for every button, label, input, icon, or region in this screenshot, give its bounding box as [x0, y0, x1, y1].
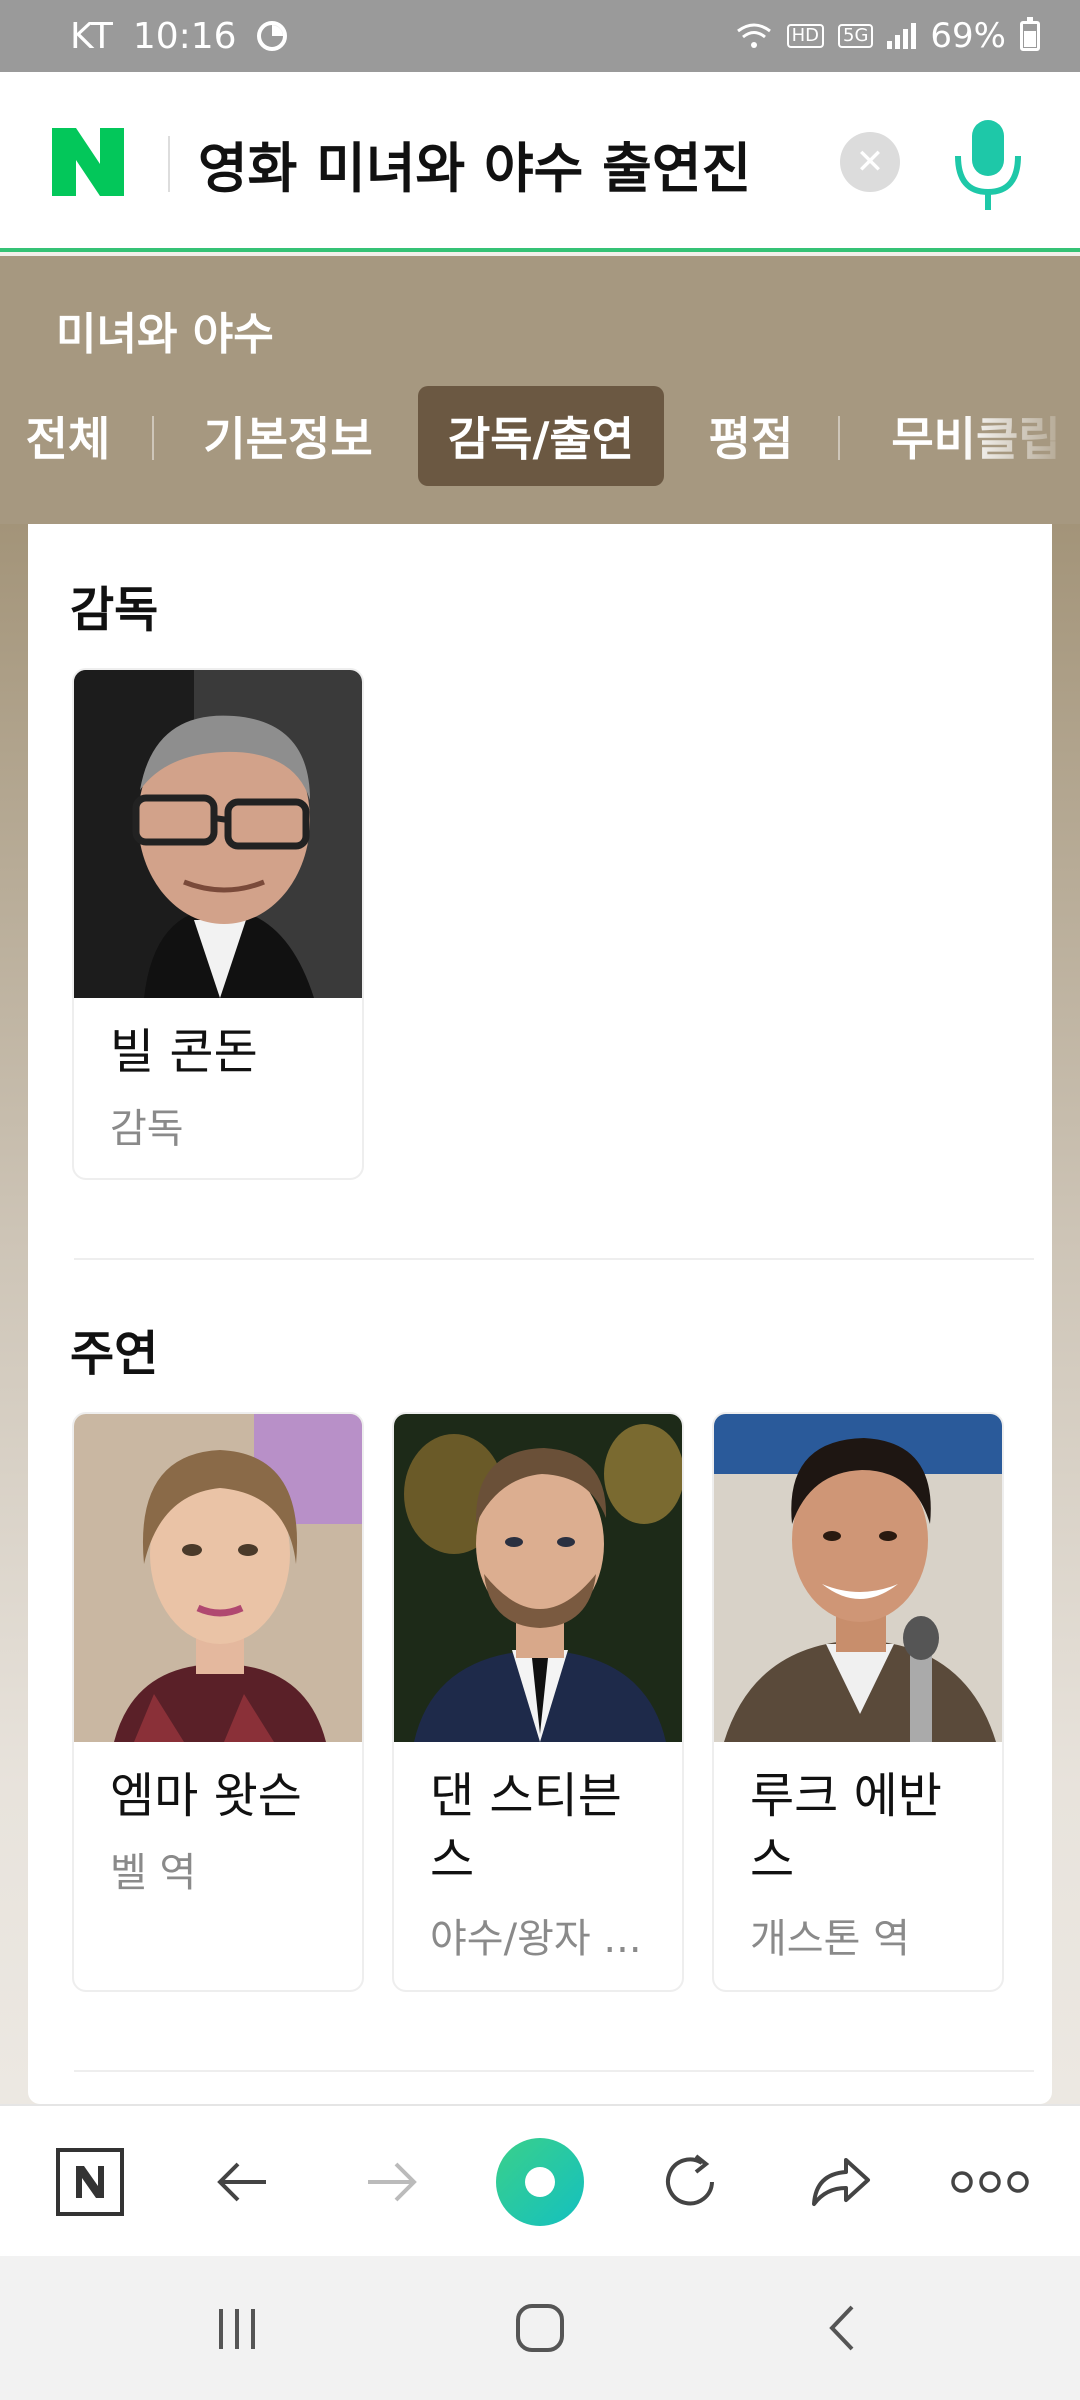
cast-card-emma-watson[interactable]: 엠마 왓슨 벨 역: [72, 1412, 364, 1992]
director-section-title: 감독: [70, 582, 159, 638]
cast-name: 엠마 왓슨: [110, 1768, 302, 1824]
section-divider: [74, 1258, 1034, 1260]
tabs-fade: [960, 386, 1080, 486]
green-dot-button[interactable]: [494, 2136, 586, 2228]
search-header: 영화 미녀와 야수 출연진 ✕: [0, 72, 1080, 252]
tab-basic-info[interactable]: 기본정보: [196, 386, 380, 486]
cast-role: 야수/왕자 ...: [430, 1916, 642, 1962]
tab-director-cast[interactable]: 감독/출연: [418, 386, 664, 486]
tab-all[interactable]: 전체: [22, 386, 114, 486]
refresh-button[interactable]: [644, 2136, 736, 2228]
browser-toolbar: [0, 2104, 1080, 2256]
status-bar: KT 10:16 HD 5G 69%: [0, 0, 1080, 72]
cast-card-luke-evans[interactable]: 루크 에반 스 개스톤 역: [712, 1412, 1004, 1992]
back-arrow-icon: [217, 2162, 266, 2202]
naver-home-button[interactable]: [44, 2136, 136, 2228]
cast-name-line2: 스: [750, 1832, 795, 1888]
director-role: 감독: [110, 1106, 184, 1152]
recent-apps-button[interactable]: [198, 2292, 278, 2364]
cast-name-line1: 루크 에반: [750, 1768, 942, 1824]
back-button[interactable]: [196, 2136, 288, 2228]
share-button[interactable]: [794, 2136, 886, 2228]
director-photo: [74, 670, 362, 998]
cast-card-dan-stevens[interactable]: 댄 스티븐 스 야수/왕자 ...: [392, 1412, 684, 1992]
forward-arrow-icon: [368, 2162, 417, 2202]
movie-header: 미녀와 야수 전체 기본정보 감독/출연 평점 무비클립: [0, 256, 1080, 524]
header-divider: [168, 136, 170, 192]
refresh-icon: [666, 2154, 714, 2206]
forward-button[interactable]: [346, 2136, 438, 2228]
hd-icon: HD: [786, 24, 825, 48]
movie-title[interactable]: 미녀와 야수: [56, 298, 274, 362]
cast-card: 감독 빌 콘돈 감독 주연 엠마 왓슨 벨 역 댄 스티븐 스 야수/왕자 ..…: [28, 524, 1052, 2104]
more-dots-icon: [951, 2171, 1029, 2193]
tab-rating[interactable]: 평점: [704, 386, 798, 486]
green-dot-icon: [496, 2138, 584, 2226]
close-icon: ✕: [855, 142, 885, 182]
cast-name-line1: 댄 스티븐: [430, 1768, 622, 1824]
home-icon: [516, 2304, 564, 2352]
director-name: 빌 콘돈: [110, 1024, 258, 1080]
battery-icon: [1020, 17, 1040, 51]
carrier-label: KT: [70, 15, 113, 57]
system-back-icon: [829, 2305, 854, 2351]
tab-separator: [838, 416, 840, 460]
cast-role: 개스톤 역: [750, 1916, 910, 1962]
network-type-icon: 5G: [838, 24, 874, 48]
section-divider: [74, 2070, 1034, 2072]
naver-logo-icon[interactable]: [52, 128, 124, 196]
search-input[interactable]: 영화 미녀와 야수 출연진: [198, 124, 751, 203]
cast-photo: [394, 1414, 682, 1742]
home-button[interactable]: [500, 2292, 580, 2364]
clear-search-button[interactable]: ✕: [840, 132, 900, 192]
naver-home-icon: [56, 2148, 124, 2216]
tab-bar: 전체 기본정보 감독/출연 평점 무비클립: [0, 386, 1080, 486]
recent-apps-icon: [219, 2309, 255, 2349]
wifi-icon: [736, 23, 771, 48]
tab-separator: [152, 416, 154, 460]
director-card[interactable]: 빌 콘돈 감독: [72, 668, 364, 1180]
cast-photo: [714, 1414, 1002, 1742]
cast-section-title: 주연: [70, 1326, 159, 1382]
voice-search-mic-icon[interactable]: [948, 114, 1028, 214]
battery-percent: 69%: [930, 16, 1006, 56]
system-back-button[interactable]: [802, 2292, 882, 2364]
clock: 10:16: [132, 15, 237, 57]
data-saver-icon: [256, 21, 287, 51]
signal-icon: [887, 23, 917, 49]
system-nav-bar: [0, 2256, 1080, 2400]
cast-name-line2: 스: [430, 1832, 475, 1888]
more-button[interactable]: [944, 2136, 1036, 2228]
cast-role: 벨 역: [110, 1850, 197, 1896]
cast-photo: [74, 1414, 362, 1742]
share-arrow-icon: [812, 2158, 870, 2206]
